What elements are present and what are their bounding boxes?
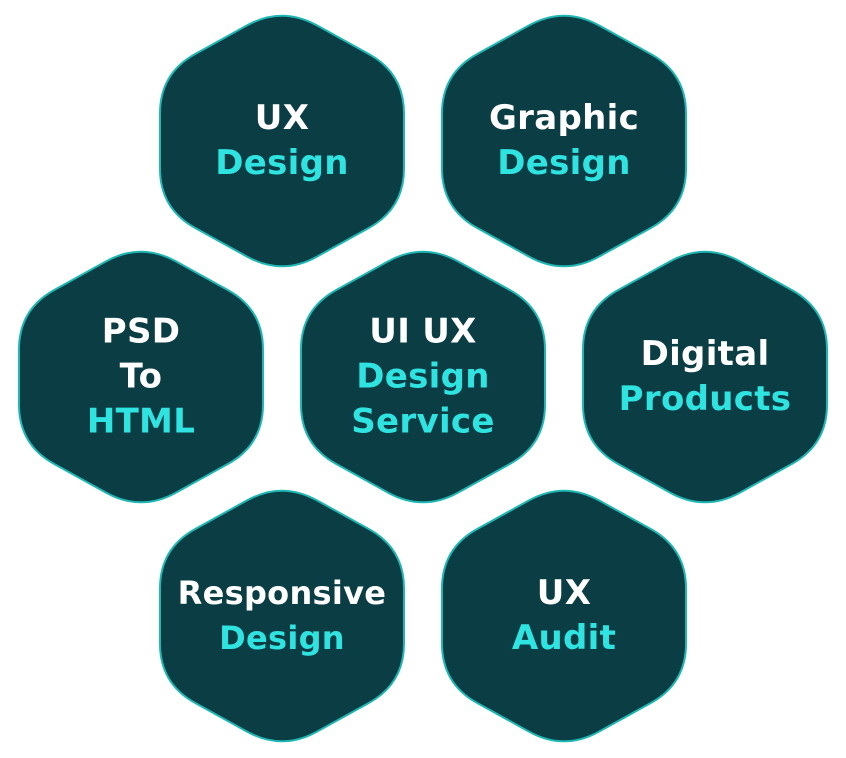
hexagon-responsive-design: [159, 489, 405, 743]
hexagon-ux-audit: [441, 489, 687, 743]
hexagon-layer: [18, 14, 828, 743]
hexagon-ux-design: [159, 14, 405, 268]
hexagon-psd-to-html: [18, 250, 264, 504]
hexagon-digital-products: [582, 250, 828, 504]
hexagon-ui-ux-design-service: [300, 250, 546, 504]
hexagon-graphic-design: [441, 14, 687, 268]
services-hexagon-diagram: UX Design Graphic Design PSD To HTML UI …: [0, 0, 846, 758]
